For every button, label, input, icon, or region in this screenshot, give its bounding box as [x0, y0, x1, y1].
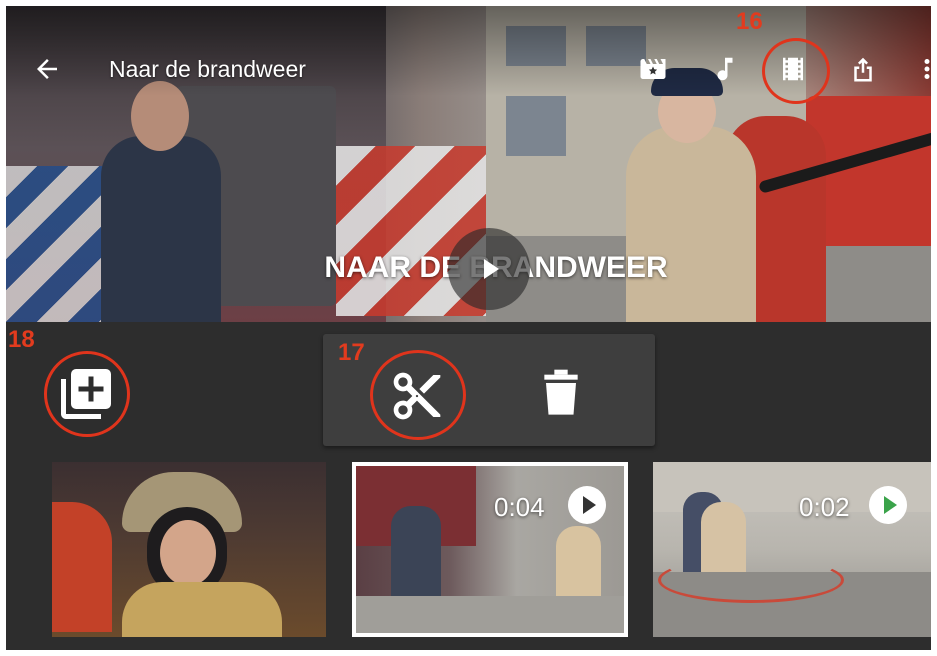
- annotation-ring-18: [44, 351, 130, 437]
- play-icon: [583, 496, 596, 514]
- page-title: Naar de brandweer: [109, 56, 306, 82]
- clip-thumbnail[interactable]: 0:02: [653, 462, 931, 637]
- music-icon[interactable]: [710, 54, 740, 84]
- clip-play-button[interactable]: [869, 486, 907, 524]
- annotation-ring-16: [762, 38, 830, 104]
- annotation-marker-16: 16: [736, 8, 763, 35]
- clip-duration: 0:04: [494, 492, 545, 522]
- app-window: NAAR DE BRANDWEER Naar de brandweer 16 1…: [6, 6, 931, 650]
- clip-duration: 0:02: [799, 492, 850, 522]
- clip-play-button[interactable]: [568, 486, 606, 524]
- annotation-marker-17: 17: [338, 339, 365, 366]
- play-icon: [884, 496, 897, 514]
- annotation-ring-17: [370, 350, 466, 440]
- clip-thumbnail-selected[interactable]: 0:04: [352, 462, 628, 637]
- back-arrow-icon[interactable]: [32, 54, 62, 84]
- trash-icon[interactable]: [541, 369, 581, 417]
- more-vertical-icon[interactable]: [920, 54, 931, 84]
- play-icon: [484, 259, 499, 279]
- play-button[interactable]: [448, 228, 530, 310]
- share-icon[interactable]: [848, 54, 878, 84]
- clip-thumbnail[interactable]: [52, 462, 326, 637]
- annotation-marker-18: 18: [8, 326, 35, 353]
- theme-icon[interactable]: [638, 54, 668, 84]
